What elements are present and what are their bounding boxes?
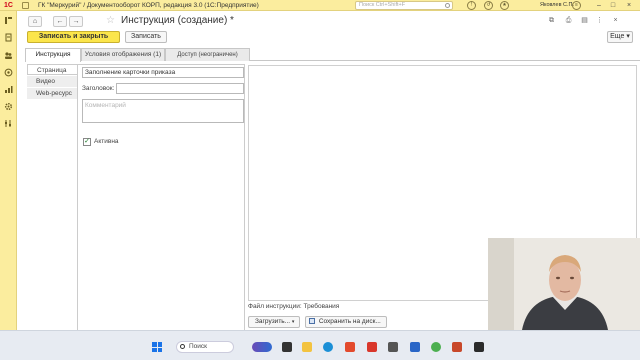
upload-button[interactable]: Загрузить... ▾: [248, 316, 300, 328]
current-user[interactable]: Яковлев С.П.: [540, 0, 574, 11]
explorer-icon[interactable]: [302, 342, 312, 352]
main-menu-icon[interactable]: [22, 2, 29, 9]
upload-button-label: Загрузить...: [255, 318, 291, 325]
save-button[interactable]: Записать: [125, 31, 167, 43]
more-actions-button[interactable]: Еще ▾: [607, 31, 633, 43]
history-icon[interactable]: ↺: [484, 1, 493, 10]
widgets-icon[interactable]: [252, 342, 272, 352]
instruction-file-row: Файл инструкции: Требования: [248, 302, 339, 311]
word-icon[interactable]: [410, 342, 420, 352]
documents-icon[interactable]: [4, 33, 13, 42]
subtab-video[interactable]: Видео: [27, 76, 77, 87]
gear-icon[interactable]: [4, 102, 13, 111]
print-icon[interactable]: ⎙: [564, 16, 573, 25]
file-value: Требования: [303, 303, 340, 310]
favorites-icon[interactable]: ★: [500, 1, 509, 10]
global-search-input[interactable]: Поиск Ctrl+Shift+F: [355, 1, 453, 10]
save-to-disk-label: Сохранить на диск...: [318, 318, 381, 325]
name-field[interactable]: Заполнение карточки приказа: [82, 67, 244, 78]
close-icon[interactable]: ×: [611, 16, 620, 25]
settings-icon[interactable]: ≡: [572, 1, 581, 10]
powerpoint-icon[interactable]: [452, 342, 462, 352]
file-label: Файл инструкции:: [248, 303, 302, 310]
sections-panel: [0, 11, 17, 330]
edge-icon[interactable]: [323, 342, 333, 352]
users-icon[interactable]: [4, 51, 13, 60]
save-disk-icon: [309, 318, 315, 324]
active-checkbox[interactable]: ✓: [83, 138, 91, 146]
close-window-button[interactable]: ×: [624, 0, 634, 11]
favorite-star-icon[interactable]: ☆: [106, 15, 115, 26]
app-title: ГК "Меркурий" / Документооборот КОРП, ре…: [38, 2, 259, 9]
app-titlebar: 1С ГК "Меркурий" / Документооборот КОРП,…: [0, 0, 640, 11]
subtab-page[interactable]: Страница: [27, 64, 77, 75]
presenter-image: [488, 238, 640, 330]
minimize-button[interactable]: –: [594, 0, 604, 11]
1c-app-icon[interactable]: [367, 342, 377, 352]
title-label: Заголовок:: [82, 85, 115, 92]
webcam-overlay: [488, 238, 640, 330]
comment-field[interactable]: Комментарий: [82, 99, 244, 123]
menu-icon[interactable]: [4, 16, 13, 25]
active-label: Активна: [94, 138, 119, 145]
control-icon[interactable]: [4, 68, 13, 77]
yandex-icon[interactable]: [345, 342, 355, 352]
search-icon: [180, 344, 185, 349]
report-icon[interactable]: ▤: [580, 16, 589, 25]
subtab-web-resource[interactable]: Web-ресурс: [27, 88, 77, 99]
chrome-icon[interactable]: [431, 342, 441, 352]
task-view-icon[interactable]: [282, 342, 292, 352]
more-icon[interactable]: ⋮: [595, 16, 604, 25]
tab-display-conditions[interactable]: Условия отображения (1): [81, 48, 165, 61]
1c-logo: 1С: [4, 2, 13, 9]
title-field[interactable]: [116, 83, 244, 94]
windows-start-icon[interactable]: [152, 342, 162, 352]
maximize-button[interactable]: □: [608, 0, 618, 11]
tab-instruction[interactable]: Инструкция: [25, 48, 81, 62]
taskbar-search-label: Поиск: [189, 343, 208, 350]
command-bar: Записать и закрыть Записать Еще ▾: [17, 31, 640, 45]
windows-taskbar: Поиск: [0, 330, 640, 360]
link-icon[interactable]: ⧉: [547, 16, 556, 25]
page-edit-panel: Заполнение карточки приказа Заголовок: К…: [77, 64, 245, 331]
save-and-close-button[interactable]: Записать и закрыть: [27, 31, 120, 43]
tab-access[interactable]: Доступ (неограничен): [165, 48, 250, 61]
admin-icon[interactable]: [4, 119, 13, 128]
global-search-placeholder: Поиск Ctrl+Shift+F: [359, 2, 406, 8]
back-button[interactable]: ←: [53, 16, 67, 27]
form-header: ⌂ ← → ☆ Инструкция (создание) * ⧉ ⎙ ▤ ⋮ …: [17, 11, 640, 31]
save-to-disk-button[interactable]: Сохранить на диск...: [305, 316, 387, 328]
app-icon-7[interactable]: [388, 342, 398, 352]
forward-button[interactable]: →: [69, 16, 83, 27]
home-button[interactable]: ⌂: [28, 16, 42, 27]
chevron-down-icon: ▾: [291, 319, 295, 325]
taskbar-search[interactable]: Поиск: [176, 341, 234, 353]
page-title: Инструкция (создание) *: [121, 15, 234, 26]
form-tabs: Инструкция Условия отображения (1) Досту…: [25, 48, 640, 62]
notifications-icon[interactable]: !: [467, 1, 476, 10]
reports-icon[interactable]: [4, 85, 13, 94]
search-icon: [445, 3, 450, 8]
app-icon-11[interactable]: [474, 342, 484, 352]
